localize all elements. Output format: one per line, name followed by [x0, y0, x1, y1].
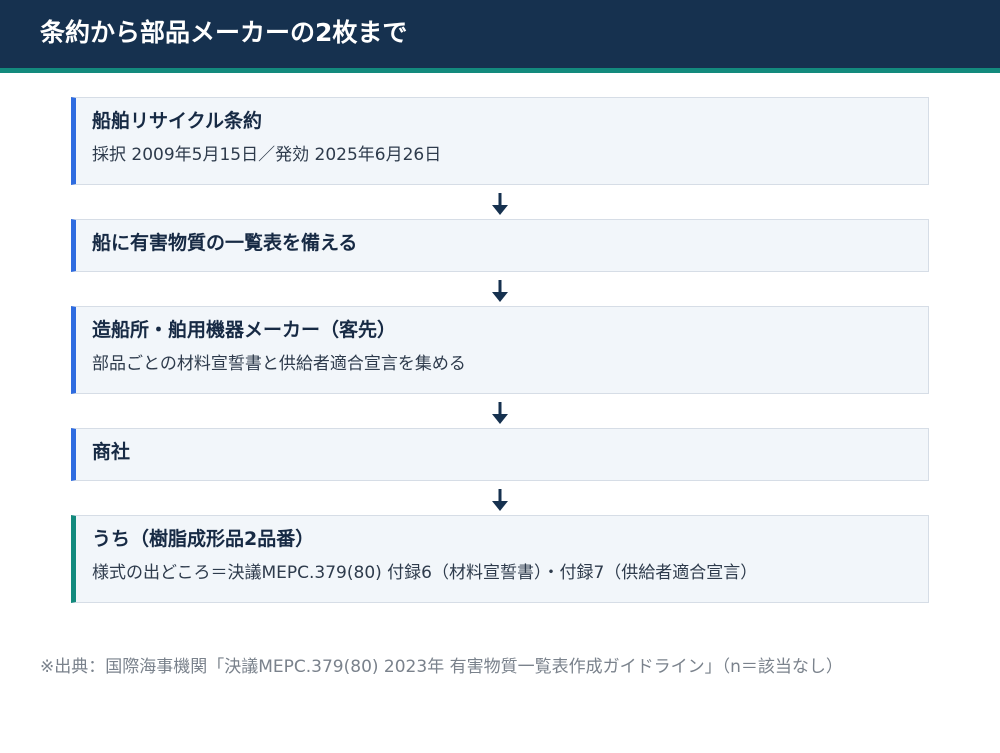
flow-diagram: 船舶リサイクル条約 採択 2009年5月15日／発効 2025年6月26日 船に… — [71, 97, 929, 603]
source-note: ※出典：国際海事機関「決議MEPC.379(80) 2023年 有害物質一覧表作… — [40, 657, 843, 677]
flow-step-title: 船舶リサイクル条約 — [92, 110, 263, 132]
flow-step-title: 商社 — [92, 441, 131, 463]
flow-step-title: うち（樹脂成形品2品番） — [92, 528, 315, 550]
page-title: 条約から部品メーカーの2枚まで — [40, 18, 408, 47]
flow-arrow — [71, 272, 929, 306]
flow-step-subtitle: 採択 2009年5月15日／発効 2025年6月26日 — [92, 145, 442, 165]
flow-step-subtitle: 部品ごとの材料宣誓書と供給者適合宣言を集める — [92, 354, 466, 374]
flow-step-title: 船に有害物質の一覧表を備える — [92, 232, 358, 254]
flow-arrow — [71, 394, 929, 428]
flow-step-shipyard: 造船所・舶用機器メーカー（客先） 部品ごとの材料宣誓書と供給者適合宣言を集める — [71, 306, 929, 394]
down-arrow-icon — [492, 489, 508, 511]
flow-step-trading-company: 商社 — [71, 428, 929, 481]
down-arrow-icon — [492, 402, 508, 424]
flow-step-our-company: うち（樹脂成形品2品番） 様式の出どころ＝決議MEPC.379(80) 付録6（… — [71, 515, 929, 603]
flow-step-title: 造船所・舶用機器メーカー（客先） — [92, 319, 397, 341]
flow-arrow — [71, 481, 929, 515]
flow-step-subtitle: 様式の出どころ＝決議MEPC.379(80) 付録6（材料宣誓書）・付録7（供給… — [92, 563, 758, 583]
flow-arrow — [71, 185, 929, 219]
down-arrow-icon — [492, 280, 508, 302]
down-arrow-icon — [492, 193, 508, 215]
header-bar: 条約から部品メーカーの2枚まで — [0, 0, 1000, 73]
flow-step-inventory: 船に有害物質の一覧表を備える — [71, 219, 929, 272]
flow-step-convention: 船舶リサイクル条約 採択 2009年5月15日／発効 2025年6月26日 — [71, 97, 929, 185]
